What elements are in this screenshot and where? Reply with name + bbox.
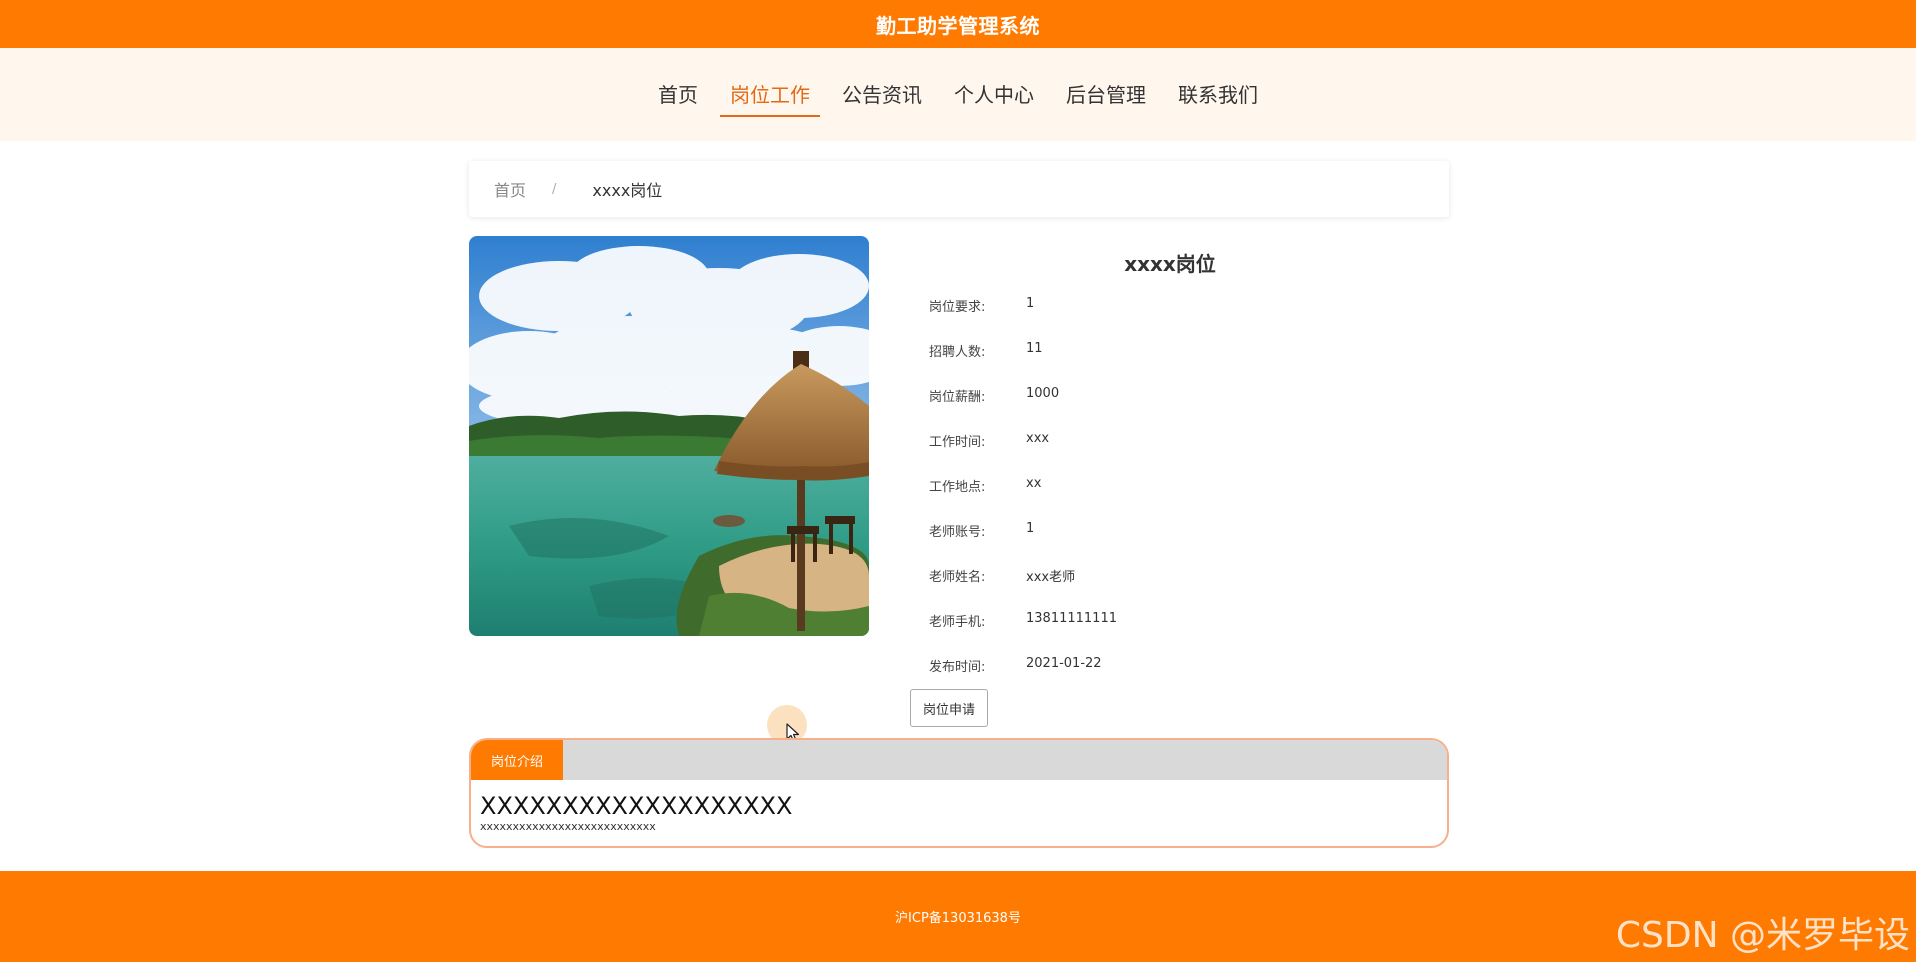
detail-row-teacher-name: 老师姓名: xxx老师 — [929, 566, 1117, 611]
detail-row-salary: 岗位薪酬: 1000 — [929, 386, 1117, 431]
site-title: 勤工助学管理系统 — [876, 13, 1040, 38]
detail-row-headcount: 招聘人数: 11 — [929, 341, 1117, 386]
job-title: xxxx岗位 — [1124, 252, 1216, 276]
watermark: CSDN @米罗毕设 — [1615, 915, 1910, 956]
intro-heading: XXXXXXXXXXXXXXXXXXX — [480, 792, 793, 820]
job-detail-list: 岗位要求: 1 招聘人数: 11 岗位薪酬: 1000 工作时间: xxx 工作… — [929, 296, 1117, 701]
detail-label: 老师账号: — [929, 525, 986, 540]
apply-job-button[interactable]: 岗位申请 — [910, 689, 988, 727]
detail-value: 1000 — [1026, 386, 1060, 401]
detail-value: xxx老师 — [1026, 570, 1076, 585]
breadcrumb-home-link[interactable]: 首页 — [494, 177, 526, 201]
detail-value: xx — [1026, 476, 1042, 491]
nav-item-contact[interactable]: 联系我们 — [1162, 75, 1274, 115]
nav-item-profile[interactable]: 个人中心 — [938, 75, 1050, 115]
intro-tab-bar: 岗位介绍 — [471, 740, 1447, 780]
main-nav: 首页 岗位工作 公告资讯 个人中心 后台管理 联系我们 — [642, 75, 1274, 117]
detail-label: 工作时间: — [929, 435, 986, 450]
breadcrumb-current: xxxx岗位 — [592, 181, 663, 200]
detail-value: 1 — [1026, 521, 1035, 536]
detail-value: 11 — [1026, 341, 1043, 356]
intro-content: XXXXXXXXXXXXXXXXXXX xxxxxxxxxxxxxxxxxxxx… — [471, 780, 1447, 834]
nav-item-home[interactable]: 首页 — [642, 75, 714, 115]
detail-value: 13811111111 — [1026, 611, 1117, 626]
nav-bar: 首页 岗位工作 公告资讯 个人中心 后台管理 联系我们 — [0, 48, 1916, 141]
detail-value: xxx — [1026, 431, 1050, 446]
detail-label: 老师手机: — [929, 615, 986, 630]
job-photo — [469, 236, 869, 636]
nav-item-jobs[interactable]: 岗位工作 — [714, 75, 826, 117]
detail-row-work-time: 工作时间: xxx — [929, 431, 1117, 476]
breadcrumb: 首页 / xxxx岗位 — [469, 161, 1449, 217]
detail-row-requirement: 岗位要求: 1 — [929, 296, 1117, 341]
icp-record: 沪ICP备13031638号 — [895, 911, 1021, 926]
detail-label: 岗位要求: — [929, 300, 986, 315]
detail-label: 招聘人数: — [929, 345, 986, 360]
breadcrumb-separator: / — [552, 181, 557, 197]
detail-row-teacher-account: 老师账号: 1 — [929, 521, 1117, 566]
tab-job-intro[interactable]: 岗位介绍 — [471, 740, 563, 780]
nav-item-news[interactable]: 公告资讯 — [826, 75, 938, 115]
detail-row-teacher-phone: 老师手机: 13811111111 — [929, 611, 1117, 656]
nav-item-admin[interactable]: 后台管理 — [1050, 75, 1162, 115]
detail-label: 工作地点: — [929, 480, 986, 495]
detail-label: 岗位薪酬: — [929, 390, 986, 405]
top-header-bar: 勤工助学管理系统 — [0, 0, 1916, 48]
detail-label: 发布时间: — [929, 660, 986, 675]
detail-value: 1 — [1026, 296, 1035, 311]
detail-value: 2021-01-22 — [1026, 656, 1102, 671]
job-intro-panel: 岗位介绍 XXXXXXXXXXXXXXXXXXX xxxxxxxxxxxxxxx… — [469, 738, 1449, 848]
intro-text: xxxxxxxxxxxxxxxxxxxxxxxxxxx — [480, 820, 656, 833]
detail-label: 老师姓名: — [929, 570, 986, 585]
detail-row-work-place: 工作地点: xx — [929, 476, 1117, 521]
